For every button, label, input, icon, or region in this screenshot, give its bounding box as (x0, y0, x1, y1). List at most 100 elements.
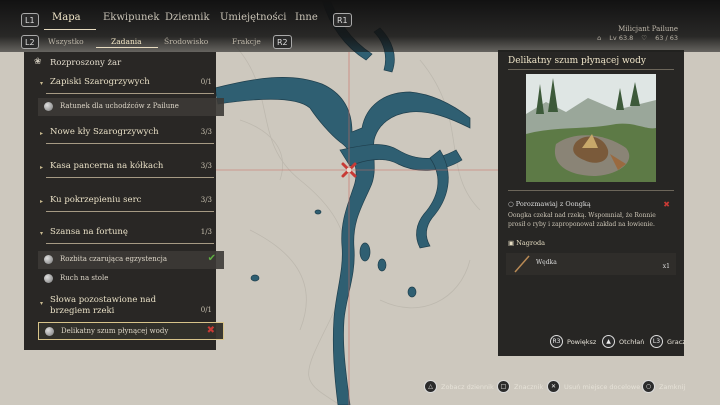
abyss-hint[interactable]: ▲ Otchłań (602, 335, 644, 348)
player-name: Milicjant Pailune (618, 25, 678, 33)
r1-button[interactable]: R1 (333, 13, 352, 27)
quest-detail-title: Delikatny szum płynącej wody (508, 56, 646, 66)
category-count: 1/3 (200, 228, 212, 236)
category-count: 3/3 (200, 128, 212, 136)
reward-item-name: Wędka (536, 259, 557, 266)
quest-illustration (526, 74, 656, 182)
divider (508, 190, 674, 191)
cross-icon: ✖ (663, 200, 670, 209)
quest-map-marker[interactable] (340, 161, 358, 179)
player-stats: ⌂ Lv 63.8 ♡ 63 / 63 (597, 34, 678, 42)
quest-label: Rozbita czarująca egzystencja (60, 255, 167, 263)
chevron-right-icon: ▸ (40, 198, 44, 205)
remove-destination-hint[interactable]: ✕ Usuń miejsce docelowe (547, 380, 640, 393)
category-label: Słowa pozostawione nad brzegiem rzeki (50, 295, 157, 316)
checkmark-icon: ✔ (207, 253, 216, 264)
quest-item[interactable]: Ruch na stole (38, 270, 224, 288)
objective-label: Porozmawiaj z Oongką (515, 200, 591, 208)
chevron-down-icon: ▾ (40, 80, 44, 87)
subtab-environment[interactable]: Środowisko (164, 37, 208, 46)
category-item[interactable]: ▸ Kasa pancerna na kółkach 3/3 (38, 158, 224, 180)
r2-button[interactable]: R2 (273, 35, 292, 49)
marker-hint[interactable]: □ Znacznik (497, 380, 543, 393)
tab-journal[interactable]: Dziennik (165, 12, 210, 23)
tab-inventory[interactable]: Ekwipunek (103, 12, 159, 23)
square-button-icon: □ (497, 380, 510, 393)
chevron-right-icon: ▸ (40, 130, 44, 137)
divider (46, 93, 214, 94)
tab-other[interactable]: Inne (295, 12, 318, 23)
quest-label: Ruch na stole (60, 274, 109, 282)
close-label: Zamknij (659, 382, 686, 391)
quest-list-panel: ❀ Rozproszony żar ▾ Zapiski Szarogrzywyc… (24, 52, 224, 350)
divider (46, 211, 214, 212)
tab-skills[interactable]: Umiejętności (220, 12, 286, 23)
category-item[interactable]: ▾ Słowa pozostawione nad brzegiem rzeki … (38, 294, 224, 320)
category-item[interactable]: ▾ Szansa na fortunę 1/3 (38, 224, 224, 246)
chevron-down-icon: ▾ (40, 230, 44, 237)
subtab-factions[interactable]: Frakcje (232, 37, 261, 46)
divider (508, 69, 674, 70)
category-label: Zapiski Szarogrzywych (50, 77, 150, 87)
zoom-hint[interactable]: R3 Powiększ (550, 335, 596, 348)
chevron-down-icon: ▾ (40, 300, 44, 307)
zoom-button-icon: R3 (550, 335, 563, 348)
quest-description: Oongka czekał nad rzeką. Wspomniał, że R… (508, 212, 656, 228)
quest-group-icon: ❀ (34, 57, 42, 67)
quest-item[interactable]: Rozbita czarująca egzystencja ✔ (38, 251, 224, 269)
category-label: Szansa na fortunę (50, 227, 128, 237)
quest-detail-panel: Delikatny szum płynącej wody ○ Porozmawi… (498, 50, 684, 356)
reward-item-qty: x1 (662, 263, 670, 270)
fishing-rod-icon (514, 255, 530, 273)
remove-destination-label: Usuń miejsce docelowe (564, 382, 641, 391)
reward-heading: ▣ Nagroda (508, 239, 545, 247)
category-item[interactable]: ▸ Nowe kły Szarogrzywych 3/3 (38, 124, 224, 146)
divider (46, 143, 214, 144)
quest-item[interactable]: Ratunek dla uchodźców z Pailune (38, 98, 224, 116)
tab-map[interactable]: Mapa (52, 12, 81, 23)
l1-button[interactable]: L1 (21, 13, 39, 27)
l2-button[interactable]: L2 (21, 35, 39, 49)
circle-button-icon: ○ (642, 380, 655, 393)
subtab-quests[interactable]: Zadania (111, 37, 142, 46)
quest-label: Ratunek dla uchodźców z Pailune (60, 102, 179, 110)
close-hint[interactable]: ○ Zamknij (642, 380, 685, 393)
category-count: 3/3 (200, 162, 212, 170)
quest-item-selected[interactable]: Delikatny szum płynącej wody ✖ (38, 322, 224, 340)
subtab-all[interactable]: Wszystko (48, 37, 84, 46)
quest-icon (44, 274, 53, 283)
player-level: Lv 63.8 (609, 34, 634, 42)
category-count: 3/3 (200, 196, 212, 204)
category-label: Ku pokrzepieniu serc (50, 195, 142, 205)
reward-icon: ▣ (508, 239, 515, 247)
divider (46, 177, 214, 178)
divider (46, 243, 214, 244)
quest-icon (45, 327, 54, 336)
abyss-label: Otchłań (619, 337, 645, 346)
top-nav-bar (0, 0, 720, 52)
objective-circle-icon: ○ (508, 200, 514, 208)
quest-label: Delikatny szum płynącej wody (61, 327, 169, 335)
quest-group-title: Rozproszony żar (50, 58, 122, 68)
reward-label: Nagroda (516, 239, 546, 247)
player-hint[interactable]: L3 Gracz (650, 335, 686, 348)
cross-button-icon: ✕ (547, 380, 560, 393)
category-item[interactable]: ▸ Ku pokrzepieniu serc 3/3 (38, 192, 224, 214)
chevron-right-icon: ▸ (40, 164, 44, 171)
zoom-label: Powiększ (567, 337, 597, 346)
player-label: Gracz (667, 337, 686, 346)
category-item[interactable]: ▾ Zapiski Szarogrzywych 0/1 (38, 74, 224, 96)
reward-item[interactable]: Wędka x1 (506, 253, 676, 275)
heart-icon: ♡ (641, 34, 648, 42)
journal-hint[interactable]: △ Zobacz dziennik (424, 380, 494, 393)
player-button-icon: L3 (650, 335, 663, 348)
category-count: 0/1 (200, 78, 212, 86)
category-label: Nowe kły Szarogrzywych (50, 127, 159, 137)
subtab-quests-underline (96, 47, 158, 48)
quest-icon (44, 102, 53, 111)
marker-label: Znacznik (514, 382, 544, 391)
tab-map-underline (44, 29, 96, 30)
journal-label: Zobacz dziennik (441, 382, 494, 391)
objective: ○ Porozmawiaj z Oongką (508, 200, 591, 208)
player-health: 63 / 63 (655, 34, 678, 42)
